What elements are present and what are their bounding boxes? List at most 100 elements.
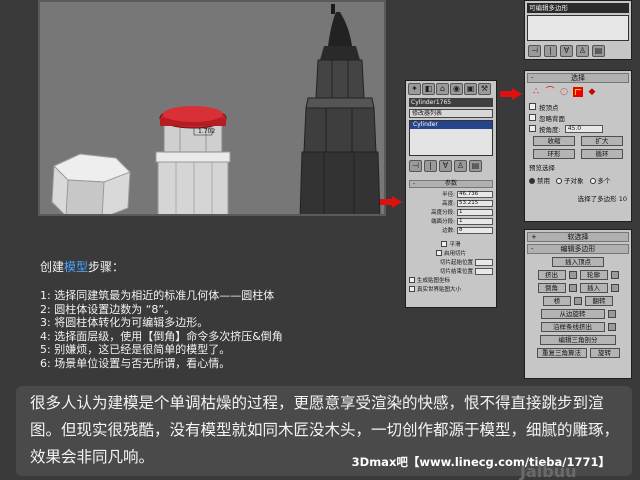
remove-modifier-icon[interactable]: ♙: [454, 160, 467, 172]
hinge-from-edge-button[interactable]: 从边旋转: [540, 309, 605, 319]
display-tab-icon[interactable]: ▣: [464, 83, 477, 95]
retriangulate-button[interactable]: 重复三角算法: [536, 348, 587, 358]
extrude-along-spline-button[interactable]: 沿样条线挤出: [540, 322, 605, 332]
editable-poly-name[interactable]: 可编辑多边形: [527, 3, 629, 13]
edit-triangulation-button[interactable]: 编辑三角剖分: [540, 335, 616, 345]
step-line: 2: 圆柱体设置边数为 “8”。: [40, 302, 176, 316]
hinge-settings-button[interactable]: [607, 310, 616, 318]
selection-rollout: - 选择 ∴ ⌒ ◌ ■ ◆ 按顶点 忽略背面 按角度: 45.0 收缩 扩大 …: [524, 70, 632, 222]
configure-sets-icon[interactable]: ▤: [592, 45, 605, 57]
param-sides: 边数: 8: [409, 226, 493, 234]
edit-polygons-rollout: + 软选择 - 编辑多边形 插入顶点 挤出 轮廓 倒角 插入 桥 翻转 从边旋转…: [524, 229, 632, 379]
object-name-field[interactable]: Cylinder1765: [409, 98, 493, 107]
extrude-spline-settings-button[interactable]: [607, 323, 616, 331]
step-line: 1: 选择同建筑最为相近的标准几何体——圆柱体: [40, 289, 275, 302]
preview-multi-radio[interactable]: 多个: [589, 175, 611, 185]
remove-modifier-icon[interactable]: ♙: [576, 45, 589, 57]
slice-to-input[interactable]: [475, 267, 493, 275]
shrink-button[interactable]: 收缩: [533, 136, 575, 146]
bridge-button[interactable]: 桥: [543, 296, 571, 306]
pin-stack-icon[interactable]: ⊣: [528, 45, 541, 57]
collapse-sign-icon: -: [531, 74, 534, 82]
step-line: 4: 选择面层级，使用【倒角】命令多次挤压&倒角: [40, 329, 283, 343]
element-icon[interactable]: ◆: [587, 87, 597, 97]
param-sides-input[interactable]: 8: [457, 226, 493, 234]
preview-subobject-radio[interactable]: 子对象: [556, 175, 584, 185]
insert-vertex-button[interactable]: 插入顶点: [552, 257, 604, 267]
selection-rollout-title[interactable]: - 选择: [527, 73, 629, 83]
motion-tab-icon[interactable]: ◉: [450, 83, 463, 95]
soft-selection-rollout-title[interactable]: + 软选择: [527, 232, 629, 242]
outline-settings-button[interactable]: [610, 271, 619, 279]
param-radius-input[interactable]: 46.736: [457, 190, 493, 198]
border-icon[interactable]: ◌: [559, 87, 569, 97]
param-radius: 半径: 46.736: [409, 190, 493, 198]
bridge-settings-button[interactable]: [574, 297, 582, 305]
slice-from-input[interactable]: [475, 258, 493, 266]
polygon-icon[interactable]: ■: [573, 87, 584, 99]
pin-stack-icon[interactable]: ⊣: [409, 160, 422, 172]
modify-tab-icon[interactable]: ◧: [422, 83, 435, 95]
arrow-right-icon: [500, 88, 522, 100]
inset-button[interactable]: 插入: [579, 283, 608, 293]
angle-input[interactable]: 45.0: [564, 124, 603, 133]
param-cap-segments: 端面分段: 1: [409, 217, 493, 225]
bevel-button[interactable]: 倒角: [537, 283, 566, 293]
preview-selection-label: 预览选择: [529, 164, 555, 172]
preview-disabled-radio[interactable]: 禁用: [529, 175, 550, 185]
show-end-result-icon[interactable]: ❘: [544, 45, 557, 57]
3d-viewport[interactable]: 1.702: [38, 0, 386, 216]
ignore-backface-checkbox[interactable]: 忽略背面: [529, 113, 627, 123]
make-unique-icon[interactable]: ∀: [439, 160, 452, 172]
loop-button[interactable]: 循环: [581, 149, 623, 159]
params-rollout-title[interactable]: - 参数: [409, 180, 493, 188]
create-tab-icon[interactable]: ✦: [408, 83, 421, 95]
selection-status: 选择了多边形 10: [577, 195, 627, 203]
vertex-icon[interactable]: ∴: [531, 87, 541, 97]
by-angle-checkbox[interactable]: 按角度: 45.0: [529, 124, 627, 134]
by-vertex-checkbox[interactable]: 按顶点: [529, 102, 627, 112]
collapse-sign-icon: -: [531, 245, 534, 253]
steps-title: 创建模型步骤：: [40, 260, 125, 274]
turn-button[interactable]: 旋转: [589, 348, 620, 358]
param-height-segments-input[interactable]: 1: [457, 208, 493, 216]
tower-model: [299, 4, 381, 214]
stack-item[interactable]: Cylinder: [410, 121, 492, 129]
modifier-list-dropdown[interactable]: 修改器列表: [409, 109, 493, 118]
command-tabs: ✦ ◧ ⌂ ◉ ▣ ⚒: [406, 81, 496, 96]
edit-polygons-rollout-title[interactable]: - 编辑多边形: [527, 244, 629, 254]
arrow-right-icon: [380, 196, 402, 208]
smooth-checkbox[interactable]: 平滑: [409, 240, 493, 248]
octagon-prism-model: [51, 153, 131, 214]
step-line: 3: 将圆柱体转化为可编辑多边形。: [40, 316, 209, 329]
flip-button[interactable]: 翻转: [585, 296, 613, 306]
modifier-stack[interactable]: Cylinder: [409, 120, 493, 156]
top-stack-list[interactable]: [527, 15, 629, 41]
grow-button[interactable]: 扩大: [581, 136, 623, 146]
extrude-settings-button[interactable]: [568, 271, 577, 279]
top-stack-tools: ⊣ ❘ ∀ ♙ ▤: [525, 41, 631, 61]
viewport-spinner-label: 1.702: [198, 128, 215, 135]
preview-options: 禁用 子对象 多个: [529, 175, 627, 185]
show-end-result-icon[interactable]: ❘: [424, 160, 437, 172]
subobject-icons: ∴ ⌒ ◌ ■ ◆: [525, 85, 631, 100]
outline-button[interactable]: 轮廓: [579, 270, 608, 280]
ring-button[interactable]: 环形: [533, 149, 575, 159]
expand-sign-icon: +: [531, 233, 537, 241]
steps-section: 创建模型步骤： 1: 选择同建筑最为相近的标准几何体——圆柱体 2: 圆柱体设置…: [40, 258, 440, 370]
configure-sets-icon[interactable]: ▤: [469, 160, 482, 172]
utilities-tab-icon[interactable]: ⚒: [478, 83, 491, 95]
slice-on-checkbox[interactable]: 启用切片: [409, 249, 493, 257]
extrude-button[interactable]: 挤出: [537, 270, 566, 280]
step-line: 5: 别嫌烦，这已经是很简单的模型了。: [40, 343, 231, 356]
param-cap-segments-input[interactable]: 1: [457, 217, 493, 225]
stack-tools: ⊣ ❘ ∀ ♙ ▤: [406, 158, 496, 174]
param-height-input[interactable]: 53.215: [457, 199, 493, 207]
make-unique-icon[interactable]: ∀: [560, 45, 573, 57]
bevel-settings-button[interactable]: [568, 284, 577, 292]
hierarchy-tab-icon[interactable]: ⌂: [436, 83, 449, 95]
param-height-segments: 高度分段: 1: [409, 208, 493, 216]
beveled-cylinder-model: 1.702: [155, 106, 231, 214]
edge-icon[interactable]: ⌒: [545, 87, 555, 97]
inset-settings-button[interactable]: [610, 284, 619, 292]
